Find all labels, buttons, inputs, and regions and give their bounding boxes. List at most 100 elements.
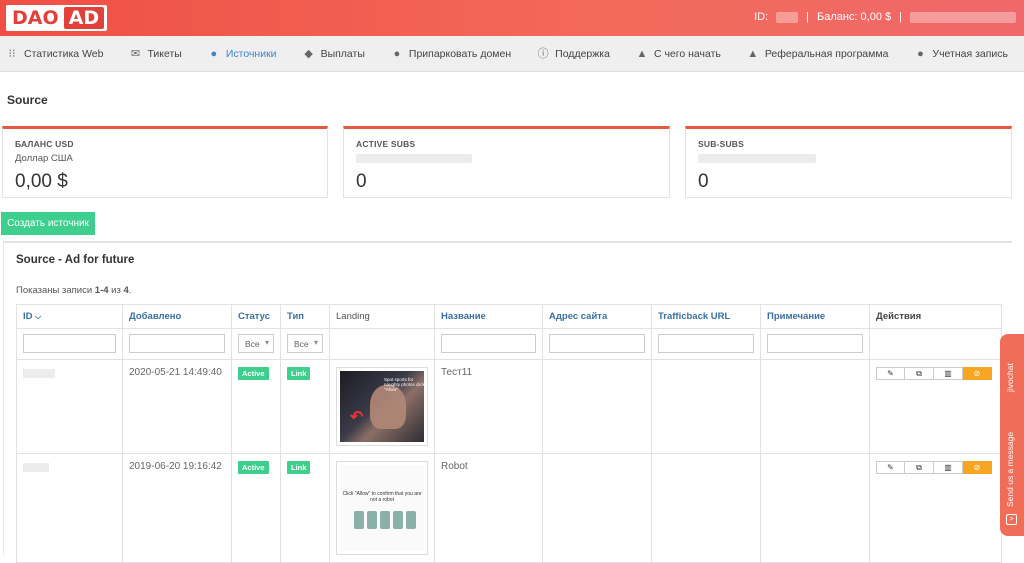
- col-trafficback[interactable]: Trafficback URL: [651, 304, 761, 329]
- id-filter-input[interactable]: [23, 334, 116, 353]
- balance-text: Баланс: 0,00 $: [816, 11, 892, 23]
- card-label: БАЛАНС USD: [15, 139, 74, 149]
- type-cell: Link: [280, 453, 330, 563]
- trafficback-filter-input[interactable]: [658, 334, 754, 353]
- type-badge: Link: [287, 367, 311, 380]
- status-filter-select[interactable]: Все: [238, 334, 274, 353]
- status-badge: Active: [238, 367, 269, 380]
- nav-item-park-domain[interactable]: ● Припарковать домен: [391, 47, 512, 60]
- link-icon[interactable]: ⊘: [963, 367, 992, 380]
- records-range: 1-4: [94, 285, 109, 296]
- filter-cell: [16, 328, 123, 360]
- landing-image: ↶ Spot sports for naughty photos click "…: [340, 371, 424, 442]
- note-filter-input[interactable]: [767, 334, 863, 353]
- records-info: Показаны записи 1-4 из 4.: [16, 285, 131, 296]
- filter-cell: [542, 328, 652, 360]
- site-filter-input[interactable]: [549, 334, 645, 353]
- logo-ad: AD: [63, 7, 105, 29]
- card-sublabel-redacted: [698, 154, 816, 163]
- globe-icon: ●: [210, 47, 218, 60]
- filter-cell: [122, 328, 232, 360]
- main-nav: ⁝⁝ Статистика Web ✉ Тикеты ● Источники ◆ Вып…: [0, 36, 1024, 72]
- info-icon: ⓘ: [537, 47, 549, 60]
- filter-cell: [651, 328, 761, 360]
- note-cell: [760, 359, 870, 454]
- sub-subs-card: SUB-SUBS 0: [685, 126, 1012, 198]
- nav-label: Выплаты: [320, 47, 365, 60]
- envelope-icon: ✉: [130, 47, 141, 60]
- col-site[interactable]: Адрес сайта: [542, 304, 652, 329]
- chat-cta: Send us a message: [1005, 431, 1015, 507]
- col-type[interactable]: Тип: [280, 304, 330, 329]
- header-row: ID ⌵ Добавлено Статус Тип Landing Назван…: [16, 304, 1002, 329]
- id-cell: [16, 359, 123, 454]
- landing-caption: Click "Allow" to confirm that you are no…: [342, 491, 422, 503]
- filter-cell: Все: [280, 328, 330, 360]
- create-source-button[interactable]: Создать источник: [1, 212, 95, 235]
- col-note[interactable]: Примечание: [760, 304, 870, 329]
- nav-label: Учетная запись: [932, 47, 1009, 60]
- type-filter-select[interactable]: Все: [287, 334, 323, 353]
- id-value-redacted: [776, 11, 799, 23]
- nav-item-tickets[interactable]: ✉ Тикеты: [129, 47, 182, 60]
- chat-brand: jivochat: [1005, 363, 1015, 392]
- logo-dao: DAO: [12, 7, 59, 29]
- id-redacted: [23, 369, 55, 378]
- nav-item-getting-started[interactable]: ▲ С чего начать: [636, 47, 721, 60]
- link-icon[interactable]: ⊘: [963, 461, 992, 474]
- col-actions: Действия: [869, 304, 1002, 329]
- name-filter-input[interactable]: [441, 334, 536, 353]
- table-row: 2020-05-21 14:49:40 Active Link ↶ Spot s…: [16, 359, 1002, 454]
- chat-widget[interactable]: jivochat Send us a message >: [1000, 334, 1024, 536]
- nav-item-stats-web[interactable]: ⁝⁝ Статистика Web: [6, 48, 104, 60]
- piggy-bank-icon: ◆: [304, 47, 313, 60]
- col-status[interactable]: Статус: [231, 304, 281, 329]
- col-landing: Landing: [329, 304, 435, 329]
- nav-item-account[interactable]: ● Учетная запись: [914, 48, 1008, 60]
- nav-item-support[interactable]: ⓘ Поддержка: [537, 48, 610, 60]
- email-redacted[interactable]: [910, 11, 1016, 23]
- landing-thumbnail[interactable]: ↶ Spot sports for naughty photos click "…: [336, 367, 428, 446]
- nav-item-referral[interactable]: ▲ Реферальная программа: [747, 48, 888, 60]
- filter-cell: Все: [231, 328, 281, 360]
- sources-panel: Source - Ad for future Показаны записи 1…: [3, 241, 1012, 563]
- filter-cell: [869, 328, 1002, 360]
- site-cell: [542, 453, 652, 563]
- filter-cell: [434, 328, 543, 360]
- col-name[interactable]: Название: [434, 304, 543, 329]
- status-cell: Active: [231, 359, 281, 454]
- col-added[interactable]: Добавлено: [122, 304, 232, 329]
- stats-icon[interactable]: ▥: [934, 367, 963, 380]
- added-filter-input[interactable]: [129, 334, 225, 353]
- nav-item-payouts[interactable]: ◆ Выплаты: [303, 48, 365, 60]
- site-cell: [542, 359, 652, 454]
- records-suffix: .: [128, 285, 132, 296]
- trafficback-cell: [651, 359, 761, 454]
- stats-icon[interactable]: ▥: [934, 461, 963, 474]
- card-value: 0,00 $: [15, 171, 68, 192]
- landing-thumbnail[interactable]: Click "Allow" to confirm that you are no…: [336, 461, 428, 555]
- panel-title: Source - Ad for future: [16, 254, 135, 266]
- status-badge: Active: [238, 461, 269, 474]
- records-prefix: Показаны записи: [16, 285, 95, 296]
- logo[interactable]: DAO AD: [6, 5, 108, 31]
- col-id[interactable]: ID ⌵: [16, 304, 123, 329]
- nav-label: Припарковать домен: [408, 47, 512, 60]
- account-summary: ID: | Баланс: 0,00 $ |: [754, 11, 1016, 23]
- added-cell: 2020-05-21 14:49:40: [122, 359, 232, 454]
- copy-icon[interactable]: ⧉: [905, 367, 934, 380]
- balance-card: БАЛАНС USD Доллар США 0,00 $: [2, 126, 328, 198]
- note-cell: [760, 453, 870, 563]
- nav-label: С чего начать: [653, 47, 721, 60]
- nav-label: Поддержка: [555, 47, 610, 60]
- copy-icon[interactable]: ⧉: [905, 461, 934, 474]
- pencil-icon[interactable]: ✎: [876, 461, 905, 474]
- action-group: ✎ ⧉ ▥ ⊘: [876, 461, 995, 474]
- name-cell: Тест11: [434, 359, 543, 454]
- records-mid: из: [108, 285, 124, 296]
- status-cell: Active: [231, 453, 281, 563]
- pencil-icon[interactable]: ✎: [876, 367, 905, 380]
- table-row: 2019-06-20 19:16:42 Active Link Click "A…: [16, 453, 1002, 563]
- id-redacted: [23, 463, 49, 472]
- nav-item-sources[interactable]: ● Источники: [208, 48, 277, 60]
